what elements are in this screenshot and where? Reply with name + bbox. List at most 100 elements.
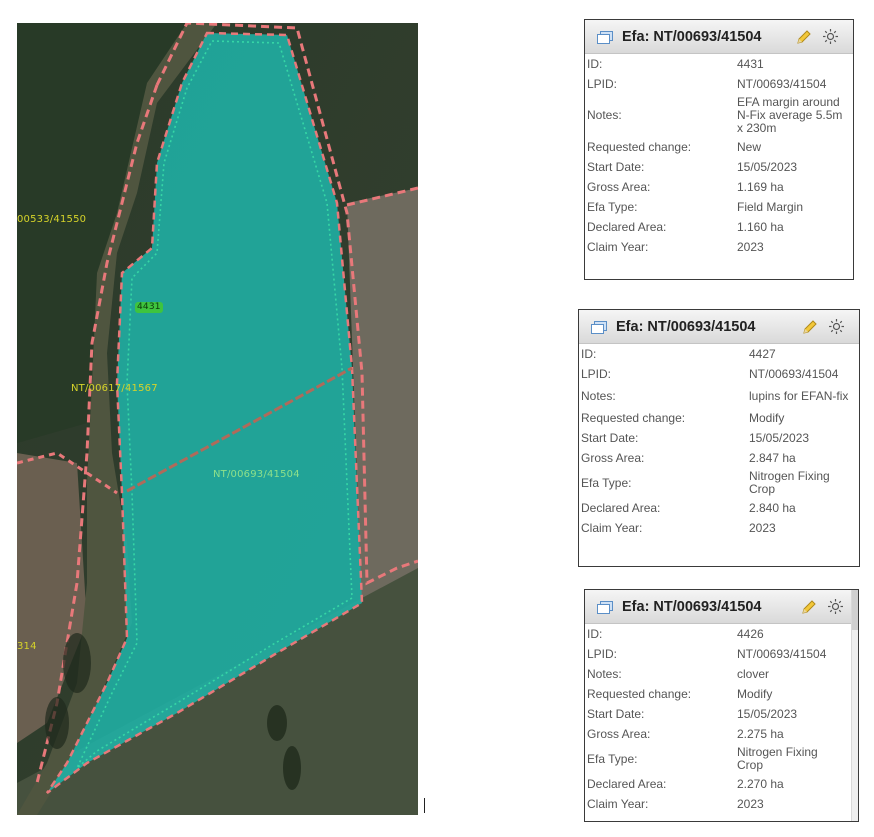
row-label: Requested change: (581, 410, 686, 425)
row-label: Declared Area: (587, 776, 667, 791)
table-row: Declared Area: 2.270 ha (585, 774, 851, 794)
sun-icon[interactable] (828, 318, 845, 335)
row-value: Field Margin (737, 199, 804, 214)
table-row: Notes: clover (585, 664, 851, 684)
row-value: NT/00693/41504 (737, 76, 827, 91)
table-row: Gross Area: 2.847 ha (579, 448, 859, 468)
row-value: 2.847 ha (749, 450, 796, 465)
pencil-icon[interactable] (800, 598, 818, 616)
attributes-table: ID: 4431 LPID: NT/00693/41504 Notes: EFA ma… (585, 54, 853, 257)
table-row: LPID: NT/00693/41504 (585, 644, 851, 664)
table-row: ID: 4426 (585, 624, 851, 644)
parcel-label-left: 00533/41550 (17, 214, 87, 225)
table-row: Start Date: 15/05/2023 (579, 428, 859, 448)
row-label: Efa Type: (587, 199, 638, 214)
table-row: ID: 4431 (585, 54, 853, 74)
row-label: ID: (587, 626, 603, 641)
table-row: Start Date: 15/05/2023 (585, 157, 853, 177)
table-row: Notes: lupins for EFAN-fix (579, 384, 859, 408)
row-value: EFA margin around N-Fix average 5.5m x 2… (737, 95, 843, 135)
table-row: Claim Year: 2023 (579, 518, 859, 538)
row-value: Nitrogen Fixing Crop (749, 469, 830, 496)
row-label: Requested change: (587, 139, 692, 154)
panel-scrollbar[interactable] (851, 590, 858, 821)
row-label: Efa Type: (587, 751, 638, 766)
table-row: Efa Type: Nitrogen Fixing Crop (585, 744, 851, 774)
efa-id-label: 4431 (135, 302, 163, 313)
row-label: ID: (587, 56, 603, 71)
row-value: New (737, 139, 762, 154)
row-label: Requested change: (587, 686, 692, 701)
table-row: Gross Area: 2.275 ha (585, 724, 851, 744)
parcel-label-west: NT/00617/41567 (71, 383, 158, 394)
aerial-map[interactable]: 00533/41550 4431 NT/00617/41567 NT/00693… (17, 23, 418, 815)
table-row: Notes: EFA margin around N-Fix average 5.… (585, 94, 853, 137)
table-row: Declared Area: 2.840 ha (579, 498, 859, 518)
row-value: 1.169 ha (737, 179, 784, 194)
row-label: Start Date: (581, 430, 639, 445)
pencil-icon[interactable] (801, 318, 819, 336)
parcel-label-main: NT/00693/41504 (213, 469, 300, 480)
panel-title: Efa: NT/00693/41504 (622, 598, 762, 615)
panel-header: Efa: NT/00693/41504 (585, 20, 853, 54)
row-value: 15/05/2023 (737, 159, 798, 174)
row-label: LPID: (587, 76, 618, 91)
window-stack-icon (591, 320, 607, 334)
row-label: Notes: (587, 666, 622, 681)
sun-icon[interactable] (822, 28, 839, 45)
parcel-label-bottom-left: 314 (17, 641, 37, 652)
row-label: Gross Area: (587, 179, 651, 194)
row-value: 2.275 ha (737, 726, 784, 741)
table-row: Start Date: 15/05/2023 (585, 704, 851, 724)
row-label: Gross Area: (581, 450, 645, 465)
tree-cluster (63, 633, 91, 693)
text-cursor (424, 798, 425, 813)
table-row: Requested change: Modify (579, 408, 859, 428)
table-row: Declared Area: 1.160 ha (585, 217, 853, 237)
row-value: 2.840 ha (749, 500, 796, 515)
row-value: 1.160 ha (737, 219, 784, 234)
row-value: clover (737, 666, 770, 681)
pencil-icon[interactable] (795, 28, 813, 46)
row-value: 2023 (749, 520, 776, 535)
map-canvas[interactable] (17, 23, 418, 815)
row-value: NT/00693/41504 (749, 366, 839, 381)
tree-cluster (45, 697, 69, 749)
scrollbar-thumb[interactable] (852, 590, 858, 630)
tree-shadow (267, 705, 287, 741)
table-row: Efa Type: Field Margin (585, 197, 853, 217)
row-label: Claim Year: (581, 520, 643, 535)
row-label: LPID: (581, 366, 612, 381)
row-label: Start Date: (587, 706, 645, 721)
window-stack-icon (597, 30, 613, 44)
row-label: LPID: (587, 646, 618, 661)
row-label: Claim Year: (587, 796, 649, 811)
row-value: NT/00693/41504 (737, 646, 827, 661)
row-label: Efa Type: (581, 475, 632, 490)
efa-info-panel-2: Efa: NT/00693/41504 ID: 4427 LPID: NT/0069… (578, 309, 860, 567)
row-value: 2.270 ha (737, 776, 784, 791)
row-label: Notes: (581, 388, 616, 403)
row-label: Declared Area: (581, 500, 661, 515)
table-row: Requested change: Modify (585, 684, 851, 704)
row-label: Claim Year: (587, 239, 649, 254)
attributes-table: ID: 4426 LPID: NT/00693/41504 Notes: clover… (585, 624, 851, 814)
row-value: 15/05/2023 (737, 706, 798, 721)
row-value: lupins for EFAN-fix (749, 388, 849, 403)
row-value: 2023 (737, 796, 764, 811)
panel-header: Efa: NT/00693/41504 (585, 590, 851, 624)
efa-info-panel-1: Efa: NT/00693/41504 ID: 4431 LPID: NT/0069… (584, 19, 854, 280)
row-label: Gross Area: (587, 726, 651, 741)
row-label: Start Date: (587, 159, 645, 174)
window-stack-icon (597, 600, 613, 614)
sun-icon[interactable] (827, 598, 844, 615)
efa-info-panel-3: Efa: NT/00693/41504 ID: 4426 LPID: NT/0069… (584, 589, 859, 822)
panel-header: Efa: NT/00693/41504 (579, 310, 859, 344)
row-value: Modify (737, 686, 773, 701)
table-row: Claim Year: 2023 (585, 794, 851, 814)
table-row: Gross Area: 1.169 ha (585, 177, 853, 197)
row-value: 15/05/2023 (749, 430, 810, 445)
row-value: 2023 (737, 239, 764, 254)
row-value: 4426 (737, 626, 764, 641)
row-label: Declared Area: (587, 219, 667, 234)
